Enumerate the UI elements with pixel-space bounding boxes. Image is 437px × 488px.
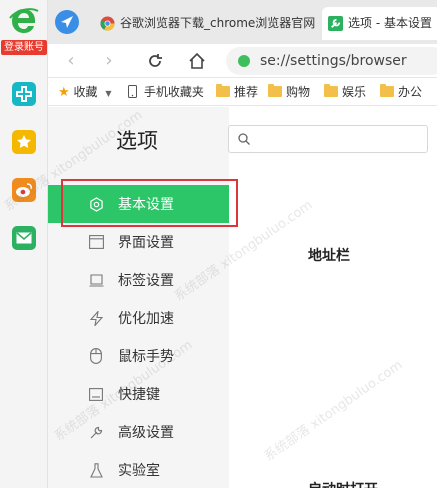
menu-item-label: 实验室 (118, 463, 160, 479)
url-text: se://settings/browser (260, 53, 407, 69)
wrench-icon (328, 16, 343, 31)
ie-e-icon[interactable] (8, 6, 40, 36)
back-button[interactable]: ‹ (60, 50, 82, 72)
menu-item-shortcuts[interactable]: 快捷键 (48, 375, 229, 413)
home-button[interactable] (186, 50, 208, 72)
phone-icon (128, 85, 137, 98)
chevron-down-icon: ▼ (105, 89, 112, 98)
reload-icon (149, 54, 162, 67)
reload-button[interactable] (144, 50, 166, 72)
mail-icon[interactable] (12, 226, 36, 250)
bookmark-folder[interactable]: 娱乐 (324, 78, 366, 106)
lightning-icon (88, 310, 104, 326)
tab-title: 谷歌浏览器下载_chrome浏览器官网 (120, 16, 316, 30)
star-icon: ★ (58, 85, 70, 100)
home-icon (189, 52, 205, 69)
folder-icon (268, 84, 282, 97)
search-input[interactable] (257, 129, 417, 149)
bookmark-mobile[interactable]: 手机收藏夹 (128, 78, 204, 106)
star-icon[interactable] (12, 130, 36, 154)
address-bar: ‹ › se://settings/browser (48, 44, 437, 78)
tab-bar: 谷歌浏览器下载_chrome浏览器官网 选项 - 基本设置 (48, 0, 437, 44)
tab-icon (88, 272, 104, 288)
bookmark-folder[interactable]: 办公 (380, 78, 422, 106)
chrome-icon (100, 16, 115, 31)
menu-item-mouse-gestures[interactable]: 鼠标手势 (48, 337, 229, 375)
folder-icon (380, 84, 394, 97)
menu-item-label: 高级设置 (118, 425, 174, 441)
window-icon (88, 234, 104, 250)
plus-cross-icon[interactable] (12, 82, 36, 106)
search-icon (238, 133, 250, 145)
menu-item-label: 鼠标手势 (118, 349, 174, 365)
menu-item-label: 快捷键 (118, 387, 160, 403)
navigation-icon[interactable] (54, 9, 80, 35)
menu-item-advanced[interactable]: 高级设置 (48, 413, 229, 451)
section-title-address-bar: 地址栏 (308, 248, 350, 264)
login-account-button[interactable]: 登录账号 (1, 40, 47, 55)
menu-item-tabs[interactable]: 标签设置 (48, 261, 229, 299)
tab-settings[interactable]: 选项 - 基本设置 (322, 7, 437, 40)
weibo-icon[interactable] (12, 178, 36, 202)
flask-icon (88, 462, 104, 478)
folder-icon (216, 84, 230, 97)
menu-item-label: 优化加速 (118, 311, 174, 327)
settings-page: 选项 基本设置 界面设置 标签设置 优化加速 鼠标手势 快捷键 高级设置 实验室… (48, 107, 437, 488)
settings-search[interactable] (228, 125, 428, 153)
menu-item-label: 标签设置 (118, 273, 174, 289)
tab-chrome-download[interactable]: 谷歌浏览器下载_chrome浏览器官网 (94, 7, 320, 40)
menu-item-optimize[interactable]: 优化加速 (48, 299, 229, 337)
menu-item-label: 界面设置 (118, 235, 174, 251)
forward-button[interactable]: › (98, 50, 120, 72)
mouse-icon (88, 348, 104, 364)
annotation-highlight (61, 179, 238, 227)
page-title: 选项 (116, 129, 158, 153)
url-field[interactable]: se://settings/browser (226, 47, 437, 75)
bookmark-favorites[interactable]: ★ 收藏 ▼ (58, 78, 111, 108)
bookmarks-bar: ★ 收藏 ▼ 手机收藏夹 推荐 购物 娱乐 办公 (48, 78, 437, 106)
keyboard-icon (88, 386, 104, 402)
app-sidebar: 登录账号 (0, 0, 48, 488)
tab-title: 选项 - 基本设置 (348, 16, 432, 30)
bookmark-folder[interactable]: 购物 (268, 78, 310, 106)
menu-item-lab[interactable]: 实验室 (48, 451, 229, 488)
bookmark-folder[interactable]: 推荐 (216, 78, 258, 106)
secure-icon (238, 55, 250, 67)
wrench-icon (88, 424, 104, 440)
section-title-startup: 启动时打开 (308, 479, 378, 488)
menu-item-interface[interactable]: 界面设置 (48, 223, 229, 261)
folder-icon (324, 84, 338, 97)
